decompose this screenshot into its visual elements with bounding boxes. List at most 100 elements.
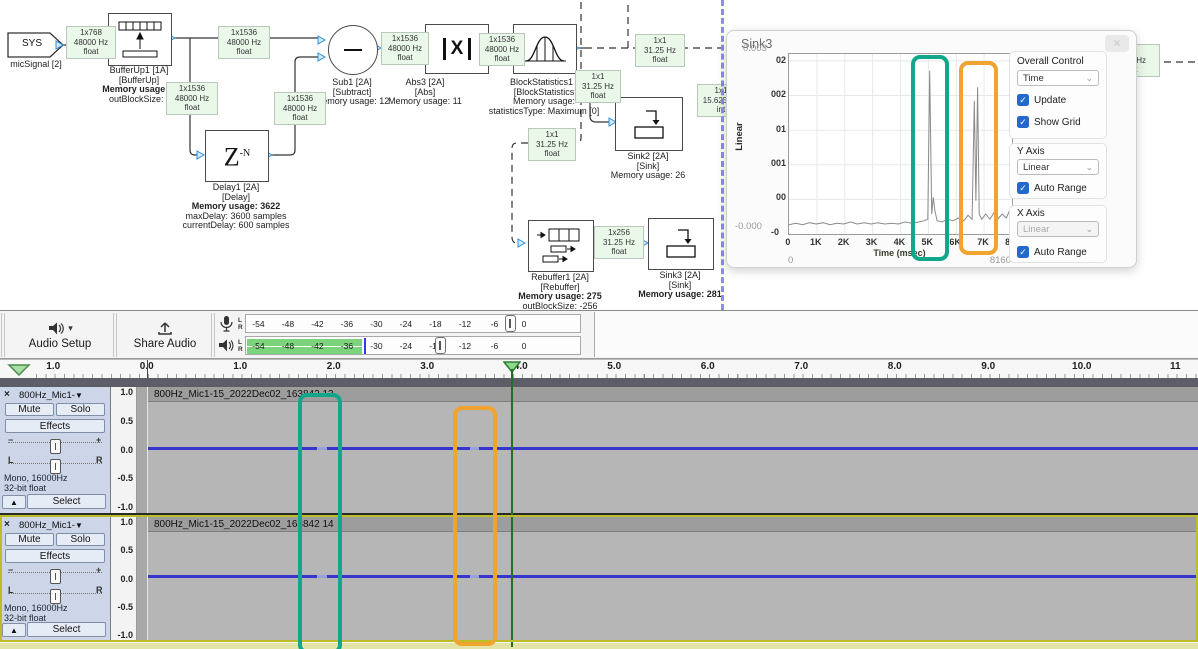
signal-label: 1x153648000 Hzfloat: [381, 32, 429, 65]
toolbar: ▾ Audio Setup Share Audio LR -54-48-42-3…: [0, 311, 1198, 359]
clip-title[interactable]: 800Hz_Mic1-15_2022Dec02_163842 13: [148, 387, 1198, 402]
x-auto-range-checkbox[interactable]: ✓Auto Range: [1017, 246, 1087, 258]
signal-label: 1x131.25 Hzfloat: [528, 128, 576, 161]
clip-title[interactable]: 800Hz_Mic1-15_2022Dec02_163842 14: [148, 517, 1198, 532]
recording-meter[interactable]: LR -54-48-42-36-30-24-18-12-60: [218, 313, 581, 334]
block-rebuffer1[interactable]: [528, 220, 594, 272]
timeline-zero-tick: [147, 360, 148, 379]
track-menu-icon: ▼: [75, 521, 83, 530]
bottom-strip: [0, 643, 1198, 649]
track-format-info: Mono, 16000Hz32-bit float: [4, 603, 68, 623]
y-scale-dropdown[interactable]: Linear⌄: [1017, 159, 1099, 175]
check-icon: ✓: [1017, 246, 1029, 258]
block-sink3[interactable]: [648, 218, 714, 270]
track-separator[interactable]: [0, 513, 1198, 515]
update-checkbox[interactable]: ✓Update: [1017, 94, 1066, 106]
x-scale-dropdown[interactable]: Linear⌄: [1017, 221, 1099, 237]
toolbar-grip[interactable]: [113, 313, 119, 357]
plot-area[interactable]: [788, 53, 1013, 235]
sys-block-label[interactable]: SYS: [12, 38, 52, 49]
track-name[interactable]: 800Hz_Mic1-▼: [19, 520, 83, 531]
effects-button[interactable]: Effects: [5, 419, 105, 433]
mute-button[interactable]: Mute: [5, 403, 54, 416]
x-tick-labels: 01K2K3K4K5K6K7K8K: [774, 237, 1026, 247]
y-axis-heading: Y Axis: [1017, 146, 1045, 157]
sink-icon: [625, 105, 673, 143]
model-boundary-divider: [721, 0, 724, 310]
speaker-icon: [218, 338, 234, 353]
toolbar-grip[interactable]: [211, 313, 217, 357]
time-dropdown[interactable]: Time⌄: [1017, 70, 1099, 86]
block-sub1[interactable]: [328, 25, 378, 75]
waveform-pulse: [470, 447, 479, 450]
block-label-sink2: Sink2 [2A] [Sink] Memory usage: 26: [581, 152, 715, 181]
audacity-section: ▾ Audio Setup Share Audio LR -54-48-42-3…: [0, 310, 1198, 649]
sink-icon: [657, 225, 705, 263]
select-button[interactable]: Select: [27, 494, 106, 509]
signal-label: 1x131.25 Hzfloat: [575, 70, 621, 103]
waveform-pulse: [470, 575, 479, 578]
select-button[interactable]: Select: [27, 622, 106, 637]
y-axis-group: Y Axis Linear⌄ ✓Auto Range: [1009, 143, 1107, 199]
audio-clip[interactable]: 800Hz_Mic1-15_2022Dec02_163842 13: [147, 387, 1198, 513]
playback-meter[interactable]: LR -54-48-42-36-30-24-18-12-60: [218, 335, 581, 356]
track-1-waveform-area[interactable]: 800Hz_Mic1-15_2022Dec02_163842 13: [137, 387, 1198, 513]
y-auto-range-checkbox[interactable]: ✓Auto Range: [1017, 182, 1087, 194]
scrub-bar[interactable]: [0, 378, 1198, 387]
effects-button[interactable]: Effects: [5, 549, 105, 563]
track-format-info: Mono, 16000Hz32-bit float: [4, 473, 68, 493]
block-delay1[interactable]: Z-N: [205, 130, 269, 182]
timeline-ruler[interactable]: 1.00.01.02.03.04.05.06.07.08.09.010.011: [0, 359, 1198, 379]
sys-block-subtitle: micSignal [2]: [0, 59, 72, 69]
playback-volume-slider[interactable]: [435, 337, 446, 354]
track-2-control-panel: × 800Hz_Mic1-▼ Mute Solo Effects − + L R: [0, 517, 111, 641]
block-sink2[interactable]: [615, 97, 683, 151]
signal-label: 1x153648000 Hzfloat: [166, 82, 218, 115]
mute-button[interactable]: Mute: [5, 533, 54, 546]
track-name[interactable]: 800Hz_Mic1-▼: [19, 390, 83, 401]
collapse-track-button[interactable]: ▲: [2, 495, 26, 509]
pan-slider-thumb[interactable]: [50, 589, 61, 604]
histogram-icon: [522, 33, 568, 65]
pan-slider-thumb[interactable]: [50, 459, 61, 474]
track-menu-icon[interactable]: ▼: [75, 391, 83, 400]
close-icon[interactable]: ×: [1105, 35, 1129, 52]
audio-clip[interactable]: 800Hz_Mic1-15_2022Dec02_163842 14: [147, 517, 1198, 641]
recording-volume-slider[interactable]: [505, 315, 516, 332]
chevron-down-icon: ⌄: [1085, 73, 1093, 84]
delay-icon: Z-N: [224, 141, 250, 171]
toolbar-grip[interactable]: [1, 313, 7, 357]
gain-slider-thumb[interactable]: [50, 439, 61, 454]
track-1-vertical-ruler[interactable]: 1.00.50.0-0.5-1.0: [111, 387, 137, 513]
waveform-zero-line: [148, 575, 1198, 578]
show-grid-checkbox[interactable]: ✓Show Grid: [1017, 116, 1081, 128]
y-axis-name: Linear: [734, 122, 745, 151]
chevron-down-icon: ⌄: [1085, 162, 1093, 173]
screen: SYS micSignal [2] BufferUp1 [1A] [Buffer…: [0, 0, 1198, 649]
y-min-readout: -0.000: [735, 221, 762, 232]
signal-label: 1x25631.25 Hzfloat: [594, 226, 644, 259]
gain-slider-thumb[interactable]: [50, 569, 61, 584]
overall-control-group: Overall Control Time⌄ ✓Update ✓Show Grid: [1009, 51, 1107, 139]
solo-button[interactable]: Solo: [56, 533, 105, 546]
x-max-readout: 8160: [971, 255, 1011, 266]
share-audio-button[interactable]: Share Audio: [122, 313, 208, 357]
plot-canvas: [789, 54, 1012, 234]
solo-button[interactable]: Solo: [56, 403, 105, 416]
close-track-icon[interactable]: ×: [4, 519, 10, 530]
audio-setup-button[interactable]: ▾ Audio Setup: [10, 313, 110, 357]
collapse-track-button[interactable]: ▲: [2, 623, 26, 637]
x-min-readout: 0: [788, 255, 793, 266]
y-max-readout: 0.003: [743, 43, 767, 54]
track-2-vertical-ruler[interactable]: 1.00.50.0-0.5-1.0: [111, 517, 137, 641]
overall-control-heading: Overall Control: [1017, 56, 1084, 67]
track-2-waveform-area[interactable]: 800Hz_Mic1-15_2022Dec02_163842 14: [137, 517, 1198, 641]
block-bufferup1[interactable]: [108, 13, 172, 66]
playback-meter-bar[interactable]: -54-48-42-36-30-24-18-12-60: [245, 336, 581, 355]
timeline-labels: 1.00.01.02.03.04.05.06.07.08.09.010.011: [7, 361, 1198, 372]
close-track-icon[interactable]: ×: [4, 389, 10, 400]
meter-scale: -54-48-42-36-30-24-18-12-60: [244, 337, 540, 354]
check-icon: ✓: [1017, 94, 1029, 106]
signal-label: 1x153648000 Hzfloat: [218, 26, 270, 59]
recording-meter-bar[interactable]: -54-48-42-36-30-24-18-12-60: [245, 314, 581, 333]
